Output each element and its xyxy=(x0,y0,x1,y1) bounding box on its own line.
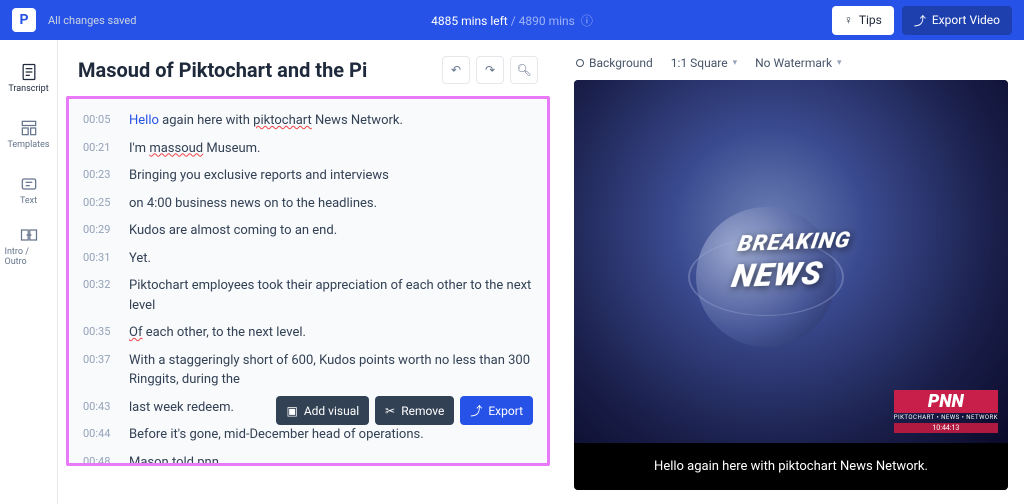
undo-icon: ↶ xyxy=(451,63,461,77)
timestamp: 00:37 xyxy=(83,351,129,390)
transcript-line[interactable]: 00:35Of each other, to the next level. xyxy=(69,319,547,347)
preview-panel: Background 1:1 Square▾ No Watermark▾ BRE… xyxy=(558,40,1024,504)
search-icon: 🔍︎ xyxy=(516,63,531,77)
upload-icon: ⤴ xyxy=(914,12,926,29)
transcript-text[interactable]: Hello again here with piktochart News Ne… xyxy=(129,111,533,131)
sidebar-item-label: Text xyxy=(20,196,37,206)
search-button[interactable]: 🔍︎ xyxy=(510,56,538,84)
sidebar-item-transcript[interactable]: Transcript xyxy=(5,52,53,104)
transcript-line[interactable]: 00:32Piktochart employees took their app… xyxy=(69,272,547,319)
timestamp: 00:35 xyxy=(83,323,129,343)
image-icon: ▣ xyxy=(286,404,297,418)
transcript-line[interactable]: 00:44Before it's gone, mid-December head… xyxy=(69,421,547,449)
chevron-down-icon: ▾ xyxy=(837,58,842,68)
editor-panel: Masoud of Piktochart and the Pi ↶ ↷ 🔍︎ 0… xyxy=(58,40,558,504)
timestamp: 00:21 xyxy=(83,139,129,159)
circle-icon xyxy=(576,59,584,67)
video-caption: Hello again here with piktochart News Ne… xyxy=(574,443,1008,490)
app-logo[interactable]: P xyxy=(12,8,36,32)
transcript-line[interactable]: 00:31Yet. xyxy=(69,245,547,273)
transcript-text[interactable]: Piktochart employees took their apprecia… xyxy=(129,276,533,315)
background-selector[interactable]: Background xyxy=(576,56,653,70)
sidebar-item-label: Intro / Outro xyxy=(5,247,53,267)
export-icon: ⤴ xyxy=(470,402,482,419)
text-icon xyxy=(19,174,39,194)
transcript-line[interactable]: 00:25on 4:00 business news on to the hea… xyxy=(69,190,547,218)
intro-outro-icon xyxy=(19,225,39,245)
tips-button[interactable]: ♀ Tips xyxy=(832,6,894,35)
transcript-text[interactable]: Yet. xyxy=(129,249,533,269)
timestamp: 00:29 xyxy=(83,221,129,241)
document-icon xyxy=(19,62,39,82)
transcript-line[interactable]: 00:23Bringing you exclusive reports and … xyxy=(69,162,547,190)
timestamp: 00:32 xyxy=(83,276,129,315)
transcript-line[interactable]: 00:05Hello again here with piktochart Ne… xyxy=(69,107,547,135)
mins-remaining: 4885 mins left / 4890 mins ⓘ xyxy=(431,12,593,29)
export-button[interactable]: ⤴Export xyxy=(460,396,533,425)
sidebar-item-label: Transcript xyxy=(8,84,48,94)
transcript-text[interactable]: Kudos are almost coming to an end. xyxy=(129,221,533,241)
sidebar-item-templates[interactable]: Templates xyxy=(5,108,53,160)
pnn-watermark: PNN PIKTOCHART • NEWS • NETWORK 10:44:13 xyxy=(894,390,998,433)
transcript-line[interactable]: 00:21I'm massoud Museum. xyxy=(69,135,547,163)
remove-button[interactable]: ✂Remove xyxy=(375,396,454,425)
transcript-text[interactable]: on 4:00 business news on to the headline… xyxy=(129,194,533,214)
transcript-text[interactable]: With a staggeringly short of 600, Kudos … xyxy=(129,351,533,390)
sidebar-item-intro-outro[interactable]: Intro / Outro xyxy=(5,220,53,272)
breaking-news-graphic: BREAKING NEWS xyxy=(729,228,853,295)
export-video-button[interactable]: ⤴ Export Video xyxy=(902,6,1012,35)
video-frame: BREAKING NEWS PNN PIKTOCHART • NEWS • NE… xyxy=(574,80,1008,443)
save-status: All changes saved xyxy=(48,14,136,27)
transcript-text[interactable]: Of each other, to the next level. xyxy=(129,323,533,343)
transcript-line[interactable]: 00:29Kudos are almost coming to an end. xyxy=(69,217,547,245)
timestamp: 00:44 xyxy=(83,425,129,445)
add-visual-button[interactable]: ▣Add visual xyxy=(276,396,369,425)
transcript-text[interactable]: Mason told pnn. xyxy=(129,453,533,467)
action-bar: ▣Add visual ✂Remove ⤴Export xyxy=(276,396,533,425)
timestamp: 00:05 xyxy=(83,111,129,131)
timestamp: 00:43 xyxy=(83,398,129,418)
timestamp: 00:31 xyxy=(83,249,129,269)
transcript-list: 00:05Hello again here with piktochart Ne… xyxy=(66,96,550,466)
transcript-text[interactable]: Before it's gone, mid-December head of o… xyxy=(129,425,533,445)
template-icon xyxy=(19,118,39,138)
video-preview[interactable]: BREAKING NEWS PNN PIKTOCHART • NEWS • NE… xyxy=(574,80,1008,490)
redo-icon: ↷ xyxy=(485,63,495,77)
timestamp: 00:23 xyxy=(83,166,129,186)
transcript-line[interactable]: 00:48Mason told pnn. xyxy=(69,449,547,467)
timestamp: 00:25 xyxy=(83,194,129,214)
transcript-line[interactable]: 00:37With a staggeringly short of 600, K… xyxy=(69,347,547,394)
sidebar-item-text[interactable]: Text xyxy=(5,164,53,216)
transcript-text[interactable]: I'm massoud Museum. xyxy=(129,139,533,159)
timestamp: 00:48 xyxy=(83,453,129,467)
chevron-down-icon: ▾ xyxy=(733,58,738,68)
transcript-text[interactable]: Bringing you exclusive reports and inter… xyxy=(129,166,533,186)
sidebar: Transcript Templates Text Intro / Outro xyxy=(0,40,58,504)
sidebar-item-label: Templates xyxy=(7,140,49,150)
aspect-selector[interactable]: 1:1 Square▾ xyxy=(671,56,737,70)
watermark-selector[interactable]: No Watermark▾ xyxy=(755,56,841,70)
redo-button[interactable]: ↷ xyxy=(476,56,504,84)
cut-icon: ✂ xyxy=(385,404,395,418)
lightbulb-icon: ♀ xyxy=(844,13,853,27)
page-title[interactable]: Masoud of Piktochart and the Pi xyxy=(78,58,436,82)
topbar: P All changes saved 4885 mins left / 489… xyxy=(0,0,1024,40)
undo-button[interactable]: ↶ xyxy=(442,56,470,84)
